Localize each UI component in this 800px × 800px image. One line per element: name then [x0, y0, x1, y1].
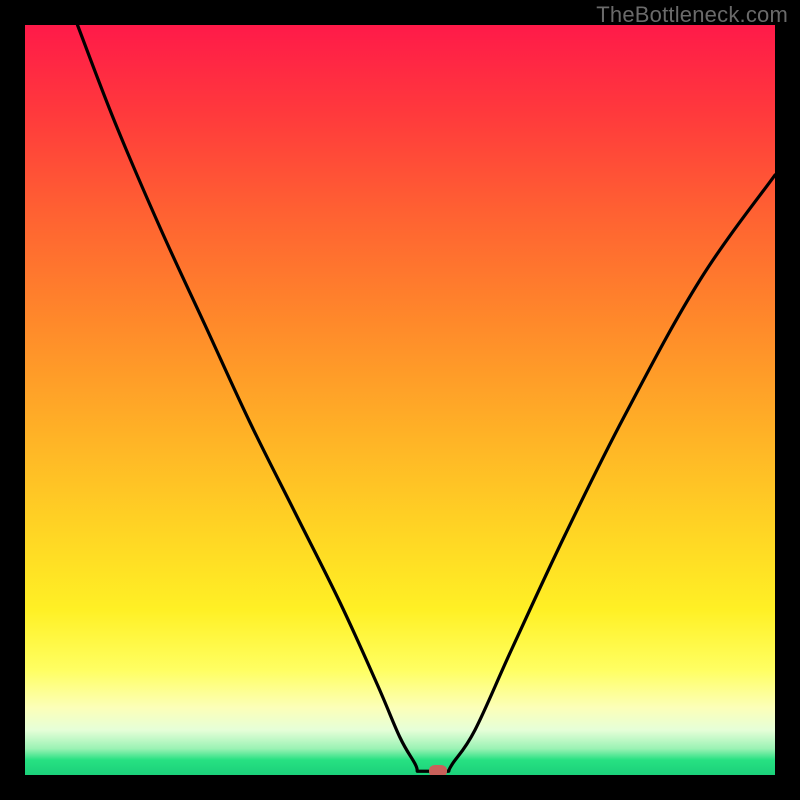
plot-area: [25, 25, 775, 775]
watermark-text: TheBottleneck.com: [596, 2, 788, 28]
optimal-point-marker: [429, 765, 447, 775]
bottleneck-curve: [25, 25, 775, 775]
chart-frame: TheBottleneck.com: [0, 0, 800, 800]
